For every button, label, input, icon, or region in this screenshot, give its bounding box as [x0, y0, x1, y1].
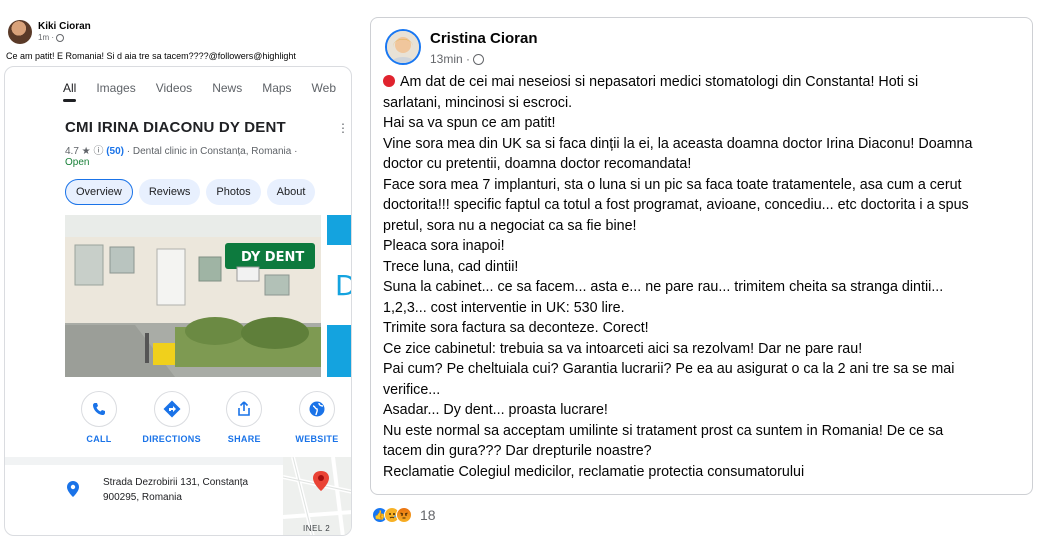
post-line: 1,2,3... cost interventie in UK: 530 lir… — [383, 299, 625, 316]
post-line: Pleaca sora inapoi! — [383, 238, 505, 254]
left-author-avatar[interactable] — [8, 20, 32, 44]
post-line: Face sora mea 7 implanturi, sta o luna s… — [383, 176, 962, 193]
left-post-time-text: 1m · — [38, 33, 54, 42]
post-line: Ce zice cabinetul: trebuia sa va intoarc… — [383, 340, 863, 357]
reactions-summary[interactable]: 👍 18 — [372, 507, 436, 523]
left-post-time[interactable]: 1m · — [38, 33, 91, 43]
location-pin-icon — [67, 481, 79, 502]
chip-photos[interactable]: Photos — [206, 179, 261, 205]
right-post-time-text: 13min · — [430, 52, 471, 66]
tab-web[interactable]: Web — [312, 81, 336, 95]
chip-about[interactable]: About — [266, 179, 316, 205]
post-line: sarlatani, mincinosi si escroci. — [383, 94, 573, 111]
open-status: Open — [65, 157, 90, 168]
call-button[interactable]: CALL — [63, 391, 135, 444]
business-photo-2[interactable]: D — [327, 215, 352, 377]
post-line: Hai sa va spun ce am patit! — [383, 115, 556, 131]
search-tabs: All Images Videos News Maps Web Bo — [63, 81, 351, 102]
right-author-name[interactable]: Cristina Cioran — [430, 30, 538, 47]
rating-line: 4.7 ★ ⓘ (50) · Dental clinic in Constanț… — [65, 142, 297, 157]
share-label: SHARE — [227, 434, 261, 444]
post-line: Vine sora mea din UK sa si faca dinții l… — [383, 135, 973, 152]
red-circle-icon — [383, 75, 395, 87]
business-chips: Overview Reviews Photos About — [65, 179, 316, 205]
more-options-icon[interactable]: ⋮ — [337, 121, 349, 135]
map-thumbnail[interactable]: INEL 2 — [283, 457, 351, 535]
left-post-text: Ce am patit! E Romania! Si d aia tre sa … — [6, 51, 296, 61]
tab-all[interactable]: All — [63, 81, 77, 102]
website-label: WEBSITE — [295, 434, 339, 444]
directions-button[interactable]: DIRECTIONS — [136, 391, 208, 444]
call-label: CALL — [86, 434, 112, 444]
share-icon — [226, 391, 263, 427]
globe-icon — [473, 53, 485, 65]
chip-reviews[interactable]: Reviews — [138, 179, 201, 205]
share-button[interactable]: SHARE — [208, 391, 280, 444]
reaction-count: 18 — [420, 507, 436, 523]
post-line: tacem din gura??? Dar drepturile noastre… — [383, 443, 652, 459]
clinic-building-image: DY DENT — [65, 215, 321, 377]
rating-value: 4.7 ★ — [65, 146, 91, 157]
tab-news[interactable]: News — [212, 81, 242, 95]
tab-images[interactable]: Images — [96, 81, 135, 95]
post-line: Suna la cabinet... ce sa facem... asta e… — [383, 279, 944, 295]
left-post: Kiki Cioran 1m · Ce am patit! E Romania!… — [0, 0, 352, 540]
post-line: Trimite sora factura sa deconteze. Corec… — [383, 320, 649, 336]
globe-icon — [56, 34, 64, 42]
business-category: · Dental clinic in Constanța, Romania · — [124, 146, 298, 157]
business-title: CMI IRINA DIACONU DY DENT — [65, 119, 286, 136]
google-business-card: All Images Videos News Maps Web Bo CMI I… — [4, 66, 352, 536]
post-line: doctorita!!! specific faptul ca totul a … — [383, 197, 969, 213]
post-line-text: Am dat de cei mai neseiosi si nepasatori… — [400, 74, 919, 90]
right-post: Cristina Cioran 13min · Am dat de cei ma… — [370, 17, 1033, 495]
directions-label: DIRECTIONS — [142, 434, 201, 444]
right-post-body: Am dat de cei mai neseiosi si nepasatori… — [383, 72, 1023, 482]
post-line: pretul, sora nu a negociat ca sa fie bin… — [383, 217, 637, 234]
left-author-name[interactable]: Kiki Cioran — [38, 21, 91, 33]
website-button[interactable]: WEBSITE — [281, 391, 351, 444]
review-count[interactable]: (50) — [106, 146, 124, 157]
map-label: INEL 2 — [303, 524, 331, 533]
globe-icon — [298, 391, 335, 427]
post-line: Trece luna, cad dintii! — [383, 258, 519, 275]
right-post-time[interactable]: 13min · — [430, 52, 485, 66]
angry-icon — [396, 507, 412, 523]
info-icon[interactable]: ⓘ — [93, 146, 103, 157]
right-author-avatar[interactable] — [385, 29, 421, 65]
directions-icon — [153, 391, 190, 427]
chip-overview[interactable]: Overview — [65, 179, 133, 205]
svg-text:D: D — [335, 269, 352, 302]
post-line: doctor cu pretentii, doamna doctor recom… — [383, 156, 692, 172]
business-photo[interactable]: DY DENT — [65, 215, 321, 377]
post-line: Am dat de cei mai neseiosi si nepasatori… — [383, 72, 1023, 93]
phone-icon — [81, 391, 117, 427]
address-line-2: 900295, Romania — [103, 492, 182, 503]
logo-photo-image: D — [327, 215, 352, 377]
post-line: Pai cum? Pe cheltuiala cui? Garantia luc… — [383, 361, 955, 377]
left-post-header: Kiki Cioran 1m · — [8, 20, 91, 44]
tab-maps[interactable]: Maps — [262, 81, 291, 95]
avatar-image — [387, 31, 419, 63]
post-line: verifice... — [383, 381, 441, 398]
post-line: Reclamatie Colegiul medicilor, reclamati… — [383, 463, 805, 480]
tab-videos[interactable]: Videos — [156, 81, 192, 95]
business-actions: CALL DIRECTIONS SHARE WEBSITE — [63, 391, 351, 444]
address-line-1: Strada Dezrobirii 131, Constanța — [103, 477, 249, 488]
post-line: Asadar... Dy dent... proasta lucrare! — [383, 402, 608, 418]
business-address[interactable]: Strada Dezrobirii 131, Constanța 900295,… — [103, 475, 273, 505]
clinic-sign-text: DY DENT — [241, 250, 304, 265]
post-line: Nu este normal sa acceptam umilinte si t… — [383, 422, 944, 439]
